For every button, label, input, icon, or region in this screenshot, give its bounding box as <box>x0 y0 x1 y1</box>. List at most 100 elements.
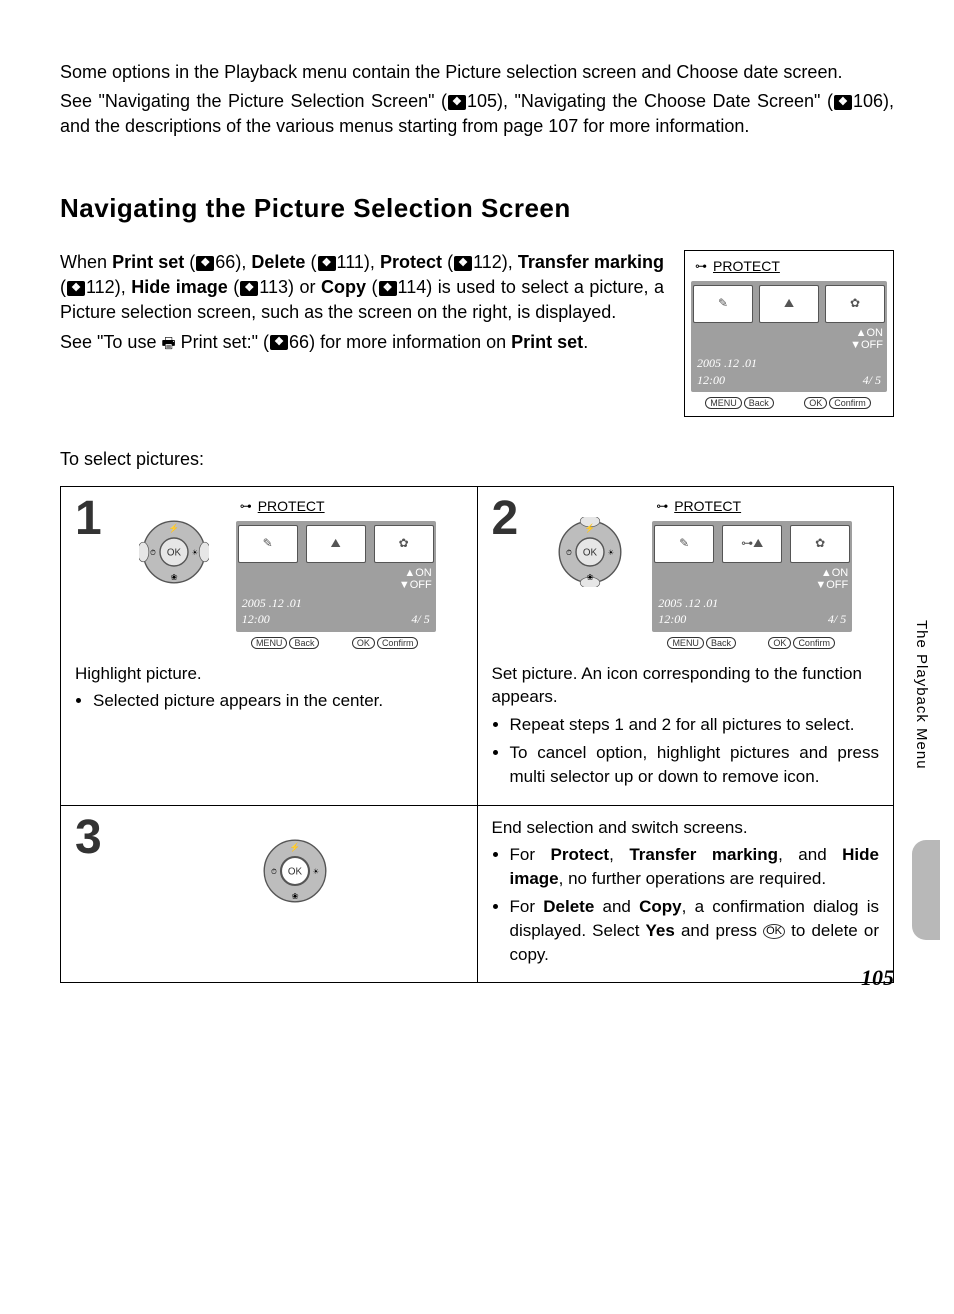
text: ( <box>305 252 316 272</box>
page-ref-icon: ❖ <box>196 256 214 271</box>
text: ), <box>364 252 380 272</box>
page-ref: 105 <box>467 91 497 111</box>
step-number: 3 <box>75 816 102 859</box>
thumbnail: ✎ <box>693 285 753 323</box>
side-tab-indicator <box>912 840 940 940</box>
step-bullet: To cancel option, highlight pictures and… <box>510 741 880 789</box>
term-protect: Protect <box>551 845 610 864</box>
text: ( <box>442 252 453 272</box>
svg-text:OK: OK <box>288 866 303 877</box>
text: When <box>60 252 112 272</box>
text: Print set:" ( <box>176 332 269 352</box>
text: ), <box>502 252 518 272</box>
term-protect: Protect <box>380 252 442 272</box>
page-ref: 114 <box>398 277 427 297</box>
step-1-screen: ⊶PROTECT ✎⛰✿ ▲ON▼OFF 2005 .12 .0112:004/… <box>236 497 436 652</box>
svg-text:☀: ☀ <box>191 548 198 557</box>
section-heading: Navigating the Picture Selection Screen <box>60 190 894 226</box>
page-ref: 113 <box>259 277 288 297</box>
text: ), <box>235 252 251 272</box>
svg-text:❀: ❀ <box>170 572 177 582</box>
text: and <box>594 897 639 916</box>
text: ( <box>228 277 240 297</box>
camera-screen-protect: ⊶ PROTECT ✎ ⛰ ✿ ▲ON ▼OFF 2005 .12 .01 12… <box>684 250 894 417</box>
svg-text:⏱: ⏱ <box>271 866 277 875</box>
date-label: 2005 .12 .01 <box>658 595 718 612</box>
menu-btn: MENU <box>251 637 288 649</box>
page-ref-icon: ❖ <box>448 95 466 110</box>
page-ref-icon: ❖ <box>834 95 852 110</box>
term-copy: Copy <box>321 277 366 297</box>
svg-text:OK: OK <box>167 547 182 558</box>
term-delete: Delete <box>543 897 594 916</box>
key-icon: ⊶ <box>695 258 707 275</box>
svg-text:⏱: ⏱ <box>150 548 156 557</box>
page-ref: 111 <box>337 252 364 272</box>
screen-title: PROTECT <box>258 497 325 517</box>
steps-table: 1 OK ⚡ ❀ ⏱ ☀ <box>60 486 894 984</box>
svg-text:⚡: ⚡ <box>168 523 178 534</box>
back-label: Back <box>744 397 774 409</box>
step-1-text: Highlight picture. Selected picture appe… <box>75 662 463 714</box>
page-ref-icon: ❖ <box>454 256 472 271</box>
on-label: ▲ON <box>695 327 883 339</box>
off-label: ▼OFF <box>695 339 883 351</box>
time-label: 12:00 <box>658 611 718 628</box>
side-tab-label: The Playback Menu <box>911 620 932 770</box>
page-ref: 66 <box>215 252 235 272</box>
svg-text:❀: ❀ <box>292 891 299 901</box>
printer-icon: 🖶 <box>161 334 175 351</box>
text: ( <box>366 277 378 297</box>
ok-btn: OK <box>352 637 375 649</box>
screen-title-row: ⊶ PROTECT <box>691 257 887 277</box>
page-ref: 106 <box>853 91 883 111</box>
confirm-label: Confirm <box>829 397 871 409</box>
back-label: Back <box>289 637 319 649</box>
date-label: 2005 .12 .01 <box>697 355 757 372</box>
text: For <box>510 897 544 916</box>
screen-title: PROTECT <box>674 497 741 517</box>
page-ref-icon: ❖ <box>318 256 336 271</box>
text: ( <box>184 252 195 272</box>
body-text: When Print set (❖66), Delete (❖111), Pro… <box>60 250 664 359</box>
off-label: ▼OFF <box>656 579 848 591</box>
text: , and <box>778 845 842 864</box>
intro-paragraph: Some options in the Playback menu contai… <box>60 60 894 140</box>
count-label: 4/ 5 <box>863 372 881 389</box>
step-number: 2 <box>492 497 519 540</box>
step-bullet: Selected picture appears in the center. <box>93 689 463 713</box>
svg-text:☀: ☀ <box>608 548 615 557</box>
thumbnail-row: ✎ ⛰ ✿ <box>691 281 887 325</box>
step-bullet: For Delete and Copy, a confirmation dial… <box>510 895 880 966</box>
term-print-set: Print set <box>112 252 184 272</box>
confirm-label: Confirm <box>377 637 419 649</box>
text: For <box>510 845 551 864</box>
page-ref-icon: ❖ <box>240 281 258 296</box>
count-label: 4/ 5 <box>828 611 846 628</box>
to-select-label: To select pictures: <box>60 447 894 472</box>
screen-button-hints: MENUBack OKConfirm <box>691 396 887 411</box>
page-ref: 66 <box>289 332 309 352</box>
multi-selector-ok: OK ⚡ ❀ ⏱ ☀ <box>128 816 463 906</box>
step-description: End selection and switch screens. <box>492 816 880 840</box>
selector-icon: OK ⚡ ❀ ⏱ ☀ <box>260 836 330 906</box>
page-ref-icon: ❖ <box>270 335 288 350</box>
text: ( <box>60 277 66 297</box>
svg-text:☀: ☀ <box>313 866 320 875</box>
term-transfer-marking: Transfer marking <box>518 252 664 272</box>
step-description: Set picture. An icon corresponding to th… <box>492 662 880 710</box>
thumbnail: ✿ <box>825 285 885 323</box>
text: ), "Navigating the Choose Date Screen" ( <box>497 91 833 111</box>
ok-icon: OK <box>763 924 785 939</box>
step-3-left-cell: 3 OK ⚡ ❀ ⏱ ☀ <box>61 805 478 983</box>
page-ref: 112 <box>86 277 115 297</box>
back-label: Back <box>706 637 736 649</box>
time-label: 12:00 <box>242 611 302 628</box>
term-transfer-marking: Transfer marking <box>629 845 778 864</box>
step-3-right-cell: End selection and switch screens. For Pr… <box>477 805 894 983</box>
svg-text:⚡: ⚡ <box>290 842 300 853</box>
multi-selector-left-right: OK ⚡ ❀ ⏱ ☀ <box>124 497 224 587</box>
text: , no further operations are required. <box>559 869 826 888</box>
page-ref-icon: ❖ <box>379 281 397 296</box>
menu-btn: MENU <box>667 637 704 649</box>
